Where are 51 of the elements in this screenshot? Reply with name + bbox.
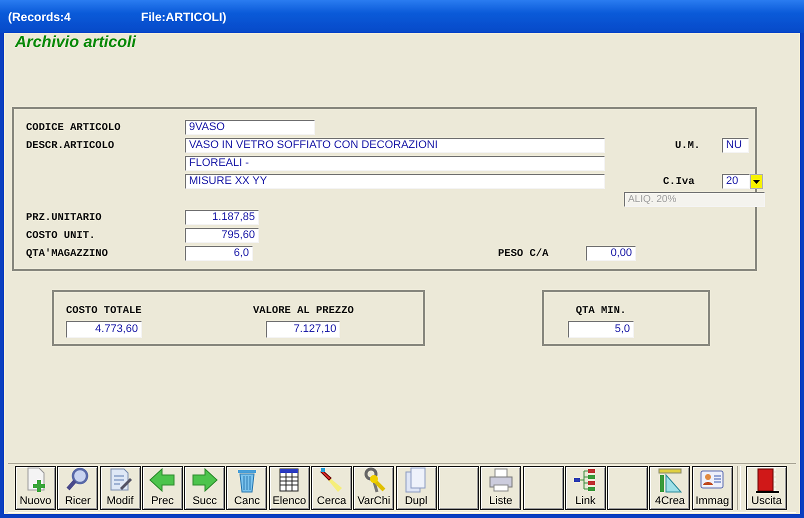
toolbar-button[interactable]: Immag (692, 466, 733, 510)
input-field[interactable]: 795,60 (185, 228, 259, 243)
dropdown-button[interactable] (750, 174, 763, 189)
field-label: PRZ.UNITARIO (26, 212, 103, 224)
field-label: DESCR.ARTICOLO (26, 140, 116, 152)
field-label: VALORE AL PREZZO (253, 305, 354, 317)
form-title: Archivio articoli (15, 34, 136, 52)
input-field[interactable]: 0,00 (586, 246, 636, 261)
left-arrow-icon (148, 466, 176, 494)
input-field[interactable]: 7.127,10 (266, 321, 340, 338)
input-field[interactable]: 20 (722, 174, 750, 189)
blank-button[interactable] (522, 466, 564, 510)
blank-button[interactable] (438, 466, 479, 510)
toolbar-button[interactable]: 4Crea (649, 466, 690, 510)
field-label: QTA MIN. (576, 305, 626, 317)
input-field[interactable]: NU (722, 138, 749, 153)
field-label: U.M. (675, 140, 702, 152)
set-square-icon (656, 466, 684, 494)
field-label: QTA'MAGAZZINO (26, 248, 109, 260)
input-field[interactable]: 6,0 (185, 246, 253, 261)
toolbar-button[interactable]: Modif (100, 466, 141, 510)
blank-button[interactable] (607, 466, 648, 510)
field-label: C.Iva (663, 176, 696, 188)
field-label: CODICE ARTICOLO (26, 122, 122, 134)
input-field[interactable]: 9VASO (185, 120, 315, 135)
caret-icon (753, 180, 760, 184)
toolbar-button[interactable]: VarChi (353, 466, 394, 510)
input-field[interactable]: 1.187,85 (185, 210, 259, 225)
input-field[interactable]: 4.773,60 (66, 321, 142, 338)
field-label: PESO C/A (498, 248, 550, 260)
toolbar-button[interactable]: Canc (226, 466, 268, 510)
input-field[interactable]: 5,0 (568, 321, 634, 338)
input-field[interactable]: VASO IN VETRO SOFFIATO CON DECORAZIONI (185, 138, 605, 153)
input-field[interactable]: FLOREALI - (185, 156, 605, 171)
toolbar-button[interactable]: Succ (184, 466, 226, 510)
toolbar-button[interactable]: Uscita (746, 466, 788, 510)
window-title: File:ARTICOLI) (141, 10, 226, 24)
field-label: COSTO UNIT. (26, 230, 96, 242)
printer-icon (486, 466, 515, 494)
input-field[interactable]: MISURE XX YY (185, 174, 605, 189)
toolbar-button[interactable]: Dupl (396, 466, 437, 510)
window-title: (Records:4 (8, 10, 72, 24)
toolbar-button[interactable]: Link (564, 466, 606, 510)
toolbar-button[interactable]: Ricer (57, 466, 98, 510)
toolbar-button[interactable]: Cerca (311, 466, 352, 510)
toolbar-button[interactable]: Prec (142, 466, 183, 510)
field-label: COSTO TOTALE (66, 305, 142, 317)
toolbar-button[interactable]: Elenco (268, 466, 310, 510)
toolbar-button[interactable]: Liste (480, 466, 522, 510)
toolbar-button[interactable]: Nuovo (15, 466, 56, 510)
right-arrow-icon (190, 466, 219, 494)
